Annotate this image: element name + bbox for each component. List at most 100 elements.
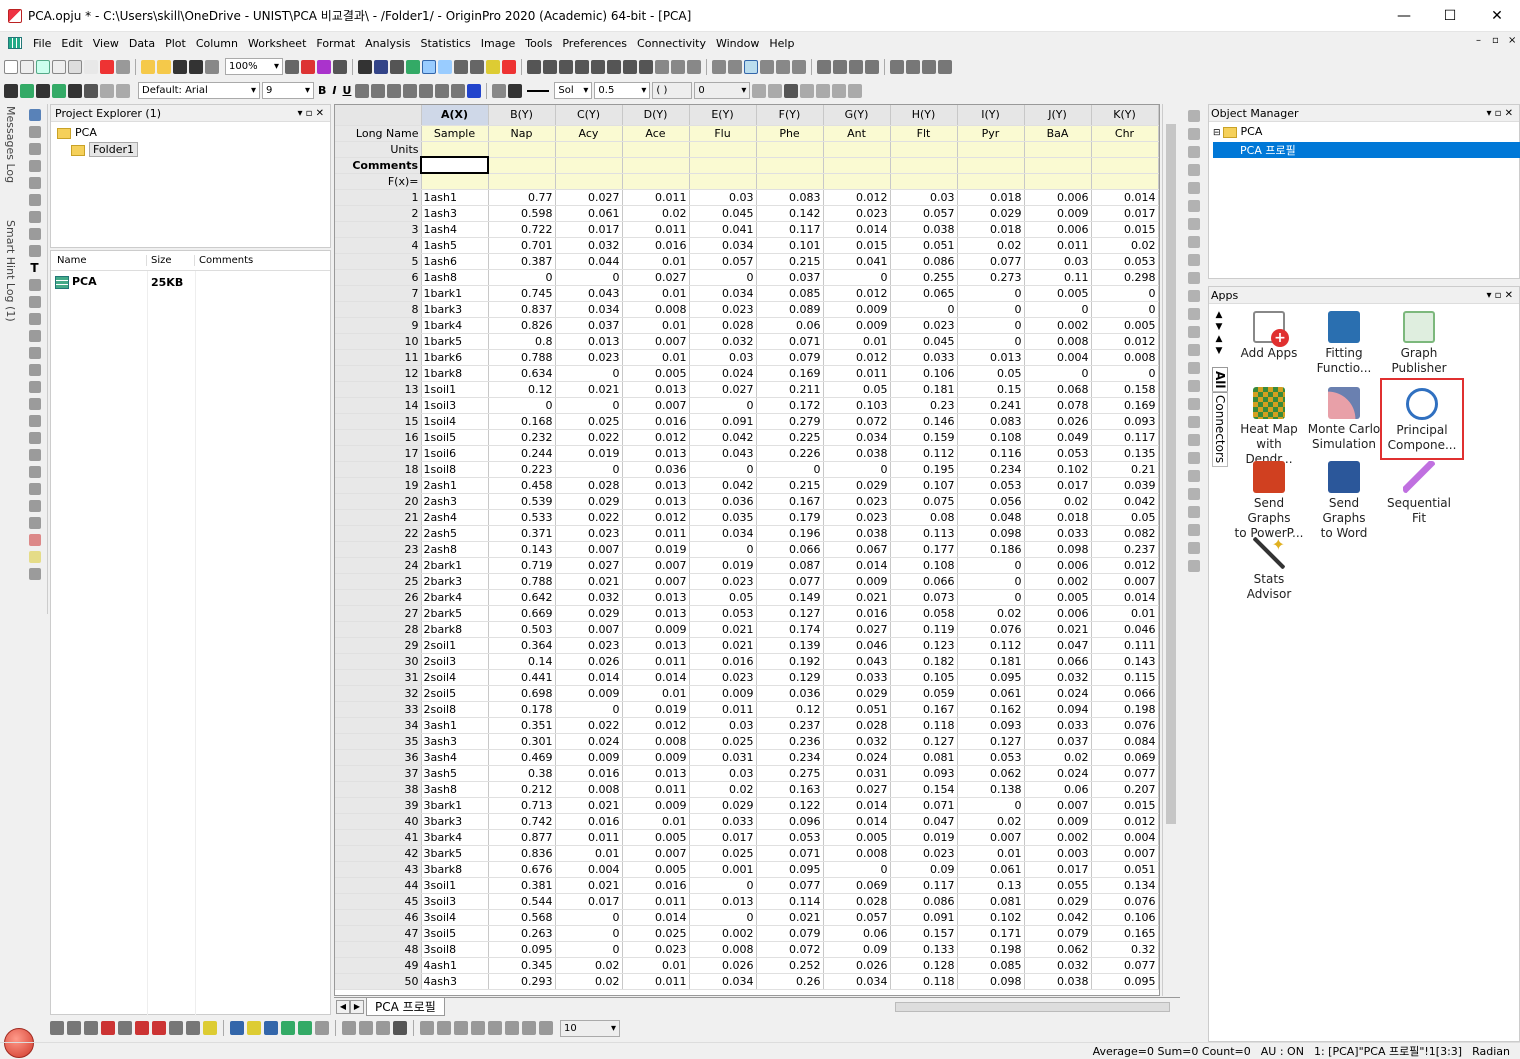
data-cell[interactable]: 0.186 [957,541,1025,558]
data-cell[interactable]: 0 [689,269,757,286]
data-cell[interactable]: 0.01 [622,253,690,270]
data-cell[interactable]: 1bark8 [421,365,489,382]
row-header[interactable]: 26 [335,589,422,606]
meta-cell[interactable] [488,141,556,158]
data-cell[interactable]: 1bark6 [421,349,489,366]
data-cell[interactable]: 0.045 [890,333,958,350]
data-cell[interactable]: 0.033 [1024,717,1092,734]
column-tool-icon[interactable] [36,83,50,98]
data-cell[interactable]: 0.071 [890,797,958,814]
data-cell[interactable]: 0.077 [1091,957,1159,974]
meta-cell[interactable] [1024,157,1092,174]
data-cell[interactable]: 0.676 [488,861,556,878]
data-cell[interactable]: 3soil4 [421,909,489,926]
line-color-icon[interactable] [508,83,523,98]
row-header[interactable]: 36 [335,749,422,766]
data-cell[interactable]: 3soil5 [421,925,489,942]
meta-cell[interactable] [1091,141,1159,158]
data-cell[interactable]: 0.005 [1091,317,1159,334]
font-combo[interactable]: Default: Arial ▾ [138,82,260,99]
data-cell[interactable]: 3ash1 [421,717,489,734]
data-cell[interactable]: 0.701 [488,237,556,254]
data-cell[interactable]: 0.051 [890,237,958,254]
data-cell[interactable]: 0.036 [756,685,824,702]
data-cell[interactable]: 0.133 [890,941,958,958]
data-cell[interactable]: 0.05 [689,589,757,606]
data-cell[interactable]: 0.02 [555,973,623,990]
data-cell[interactable]: 2soil1 [421,637,489,654]
data-cell[interactable]: 0.008 [1024,333,1092,350]
data-cell[interactable]: 0.837 [488,301,556,318]
meta-label[interactable]: F(x)= [335,173,422,190]
data-cell[interactable]: 2bark3 [421,573,489,590]
data-cell[interactable]: 0.093 [957,717,1025,734]
data-cell[interactable]: 0.012 [1091,813,1159,830]
data-cell[interactable]: 0.013 [622,493,690,510]
3d-surface-icon[interactable] [247,1021,261,1035]
data-cell[interactable]: 0.021 [1024,621,1092,638]
align-top-icon[interactable] [1188,164,1200,176]
data-cell[interactable]: 1ash6 [421,253,489,270]
bold-button[interactable]: B [316,84,328,97]
data-cell[interactable]: 0.013 [622,589,690,606]
rectangle-tool-icon[interactable] [28,347,41,359]
data-cell[interactable]: 0.146 [890,413,958,430]
data-cell[interactable]: 0.026 [823,957,891,974]
data-cell[interactable]: 0.01 [622,285,690,302]
meta-cell[interactable]: Flu [689,125,757,142]
data-cell[interactable]: 0.02 [1024,749,1092,766]
data-cell[interactable]: 0.01 [622,685,690,702]
meta-cell[interactable]: Chr [1091,125,1159,142]
data-cell[interactable]: 0.023 [555,637,623,654]
data-cell[interactable]: 0.023 [823,509,891,526]
data-cell[interactable]: 0.09 [823,941,891,958]
data-cell[interactable]: 0.029 [1024,893,1092,910]
row-header[interactable]: 48 [335,941,422,958]
data-cell[interactable]: 0.013 [622,445,690,462]
meta-cell[interactable] [622,173,690,190]
data-cell[interactable]: 1soil6 [421,445,489,462]
data-cell[interactable]: 0.026 [555,653,623,670]
data-cell[interactable]: 0.698 [488,685,556,702]
row-header[interactable]: 16 [335,429,422,446]
data-cell[interactable]: 3bark4 [421,829,489,846]
layout-tool-icon[interactable] [1188,110,1200,122]
data-cell[interactable]: 0.077 [957,253,1025,270]
row-header[interactable]: 22 [335,525,422,542]
results-log-icon[interactable] [390,59,404,74]
data-cell[interactable]: 0.241 [957,397,1025,414]
layout-icon[interactable] [28,517,41,529]
data-cell[interactable]: 0.011 [622,973,690,990]
data-cell[interactable]: 0.351 [488,717,556,734]
data-cell[interactable]: 0.011 [823,365,891,382]
data-cell[interactable]: 0.21 [1091,461,1159,478]
data-cell[interactable]: 0.094 [1024,701,1092,718]
worksheet-window-icon[interactable] [8,37,22,49]
meta-cell[interactable] [421,173,489,190]
meta-cell[interactable] [1024,141,1092,158]
meta-cell[interactable] [622,141,690,158]
data-cell[interactable]: 0.071 [756,845,824,862]
data-cell[interactable]: 0.503 [488,621,556,638]
data-cell[interactable]: 0.009 [823,317,891,334]
data-cell[interactable]: 0.001 [689,861,757,878]
data-cell[interactable]: 0.01 [622,813,690,830]
data-cell[interactable]: 2ash4 [421,509,489,526]
mdi-restore-icon[interactable]: ▫ [1492,35,1499,46]
add-layer-icon[interactable] [28,449,41,461]
data-cell[interactable]: 0.072 [756,941,824,958]
data-cell[interactable]: 0.12 [756,701,824,718]
data-cell[interactable]: 0.019 [622,541,690,558]
copy-format-icon[interactable] [68,83,82,98]
data-cell[interactable]: 0.114 [756,893,824,910]
data-cell[interactable]: 0.163 [756,781,824,798]
zoom-object-icon[interactable] [1188,542,1200,554]
data-cell[interactable]: 0.068 [1024,381,1092,398]
data-cell[interactable]: 0.02 [1091,237,1159,254]
data-cell[interactable]: 2ash1 [421,477,489,494]
data-cell[interactable]: 0.009 [622,621,690,638]
data-cell[interactable]: 0.009 [555,685,623,702]
data-cell[interactable]: 0.09 [890,861,958,878]
insert-equation-icon[interactable] [28,432,41,444]
data-cell[interactable]: 0.007 [1091,573,1159,590]
